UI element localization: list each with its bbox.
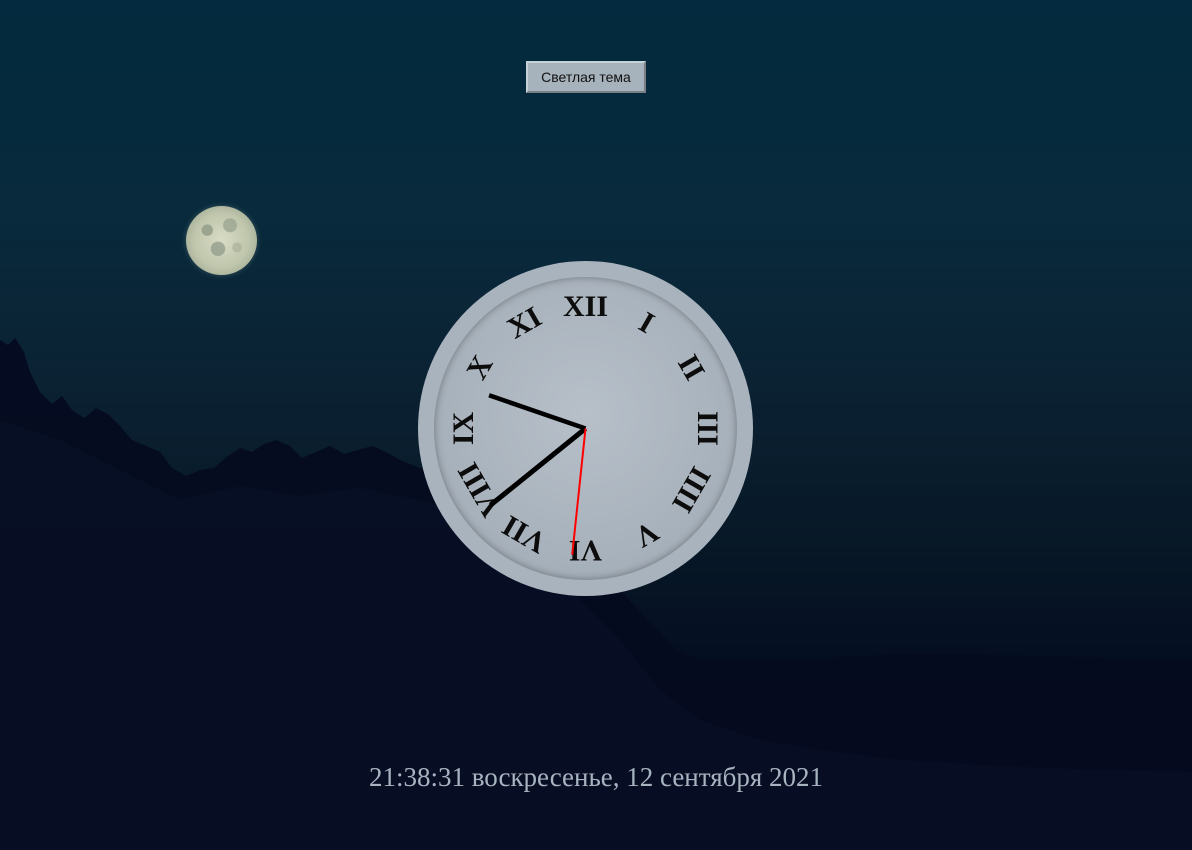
clock-dial: XII IIIIIIIIIIVVIVIIVIIIIXXXI — [447, 290, 724, 567]
theme-toggle-button[interactable]: Светлая тема — [526, 61, 646, 93]
clock-numeral: II — [671, 349, 711, 386]
clock-numeral: VIII — [451, 457, 508, 523]
hour-hand — [488, 393, 587, 431]
clock-numeral: X — [460, 350, 500, 386]
clock-numeral: IIII — [665, 461, 717, 518]
clock-numeral: IX — [447, 411, 480, 445]
clock-numeral: XI — [502, 300, 547, 345]
clock-numeral: VII — [497, 509, 552, 560]
moon-icon — [186, 206, 257, 275]
minute-hand — [488, 426, 588, 508]
clock-numeral: XII — [563, 290, 608, 323]
clock-numeral: V — [629, 514, 665, 554]
clock-numeral: I — [633, 306, 660, 340]
analog-clock: XII I II III IIII V VI VII VIII IX X XI — [418, 261, 753, 596]
current-datetime: 21:38:31 воскресенье, 12 сентября 2021 — [368, 762, 824, 792]
clock-numeral: III — [691, 411, 724, 446]
